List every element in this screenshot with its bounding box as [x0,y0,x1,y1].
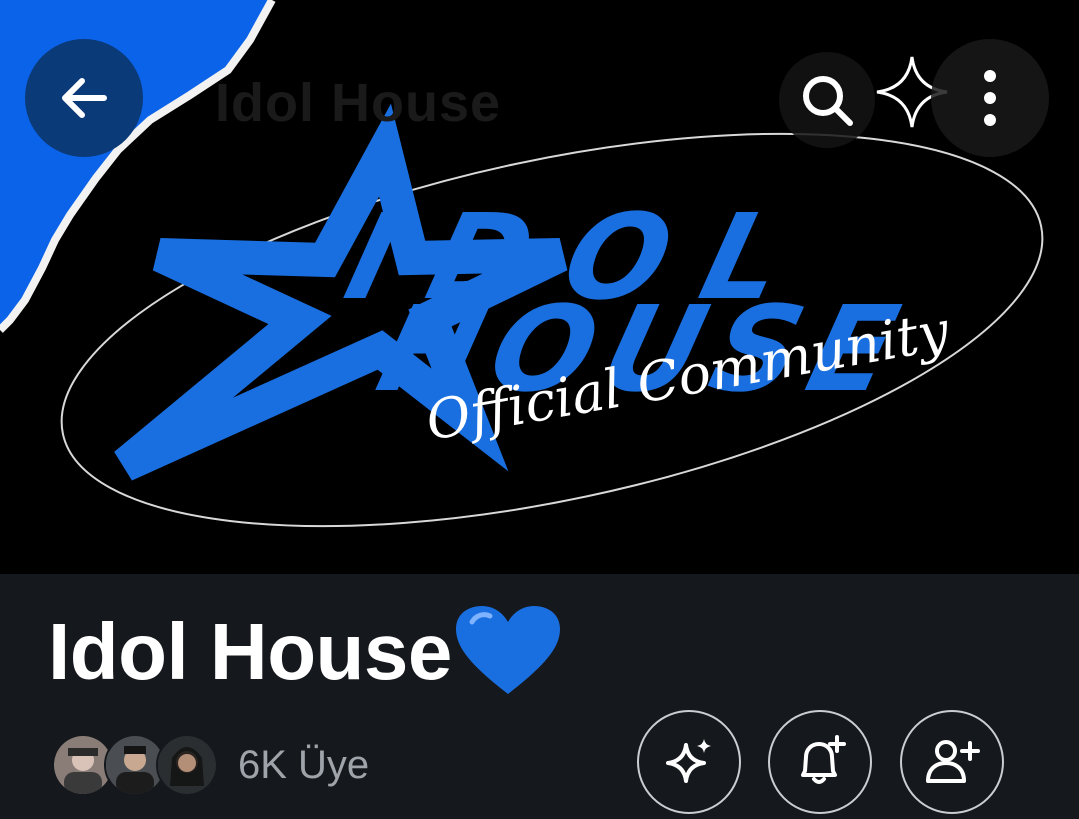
more-options-button[interactable] [931,39,1049,157]
blue-heart-emoji [455,606,560,694]
arrow-left-icon [62,78,107,118]
search-button[interactable] [779,52,875,148]
back-button[interactable] [25,39,143,157]
bell-plus-icon [801,735,846,784]
sparkle-icon [666,739,711,783]
notifications-button[interactable] [768,710,872,814]
search-icon [803,76,853,126]
member-summary[interactable]: 6K Üye [52,734,369,796]
community-info: Idol House 6K Üye [0,574,1079,819]
community-banner: IDOL HOUSE Official Community Idol House [0,0,1079,574]
member-count: 6K Üye [238,742,370,787]
avatar [156,734,218,796]
member-avatars [52,734,218,796]
ai-summary-button[interactable] [637,710,741,814]
person-plus-icon [926,740,980,783]
join-community-button[interactable] [900,710,1004,814]
more-vertical-icon [984,70,996,126]
header-ghost-title: Idol House [215,73,502,133]
community-name: Idol House [48,607,452,696]
community-title-row: Idol House [48,602,564,702]
